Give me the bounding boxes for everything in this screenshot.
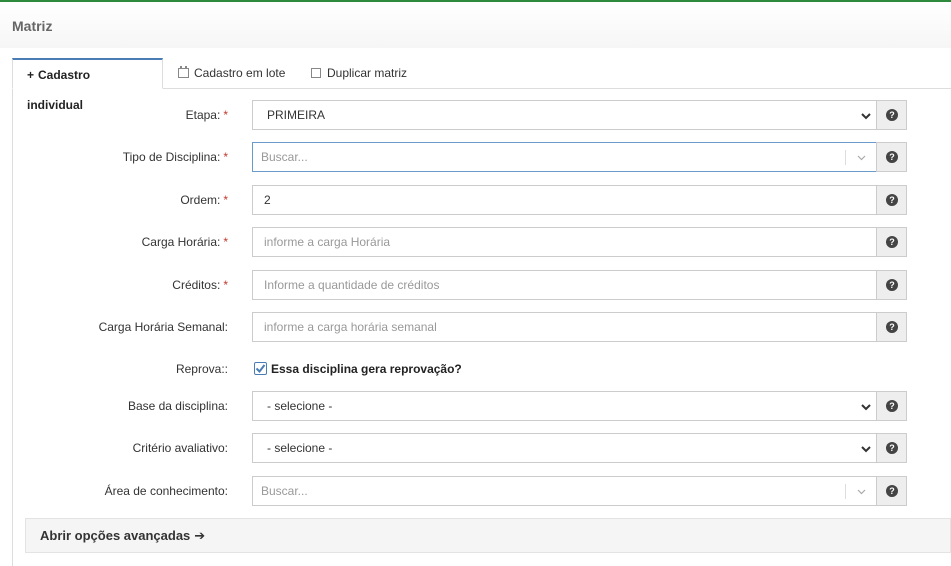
form-row-tipo-disciplina: Tipo de Disciplina: * Buscar... ?: [0, 142, 951, 172]
help-button[interactable]: ?: [876, 476, 907, 506]
reprova-label: Reprova::: [175, 362, 228, 376]
tab-cadastro-em-lote[interactable]: Cadastro em lote: [164, 58, 299, 89]
help-button[interactable]: ?: [876, 433, 907, 463]
check-icon: [255, 364, 266, 374]
page-header: Matriz: [0, 2, 951, 48]
advanced-options-label: Abrir opções avançadas: [40, 528, 191, 543]
etapa-label: Etapa: *: [185, 108, 228, 122]
tipo-disciplina-search[interactable]: Buscar...: [252, 142, 877, 172]
help-button[interactable]: ?: [876, 270, 907, 300]
carga-horaria-label: Carga Horária: *: [141, 235, 228, 249]
area-conhecimento-label: Área de conhecimento:: [104, 484, 228, 498]
form-row-carga-horaria-semanal: Carga Horária Semanal: informe a carga h…: [0, 312, 951, 342]
question-icon: ?: [886, 194, 898, 206]
help-button[interactable]: ?: [876, 227, 907, 257]
ordem-input[interactable]: 2: [252, 185, 877, 215]
help-button[interactable]: ?: [876, 185, 907, 215]
page-title: Matriz: [12, 18, 53, 34]
advanced-options-toggle[interactable]: Abrir opções avançadas ➔: [25, 518, 951, 553]
chevron-down-icon: [861, 404, 871, 411]
help-button[interactable]: ?: [876, 391, 907, 421]
help-button[interactable]: ?: [876, 142, 907, 172]
calendar-icon: [178, 66, 189, 78]
chevron-down-icon: [857, 489, 866, 495]
form-row-reprova: Reprova:: Essa disciplina gera reprovaçã…: [0, 355, 951, 383]
help-button[interactable]: ?: [876, 312, 907, 342]
etapa-select[interactable]: PRIMEIRA: [252, 100, 877, 130]
arrow-right-icon: ➔: [194, 528, 206, 543]
question-icon: ?: [886, 485, 898, 497]
question-icon: ?: [886, 400, 898, 412]
reprova-checkbox[interactable]: [254, 362, 267, 375]
chevron-down-icon: [857, 155, 866, 161]
question-icon: ?: [886, 236, 898, 248]
carga-horaria-semanal-label: Carga Horária Semanal:: [98, 320, 228, 334]
form-row-base-disciplina: Base da disciplina: - selecione - ?: [0, 391, 951, 421]
creditos-label: Créditos: *: [172, 278, 228, 292]
question-icon: ?: [886, 279, 898, 291]
separator: [845, 484, 846, 499]
help-button[interactable]: ?: [876, 100, 907, 130]
copy-icon: [308, 65, 321, 78]
separator: [845, 150, 846, 165]
chevron-down-icon: [861, 113, 871, 120]
area-conhecimento-search[interactable]: Buscar...: [252, 476, 877, 506]
question-icon: ?: [886, 151, 898, 163]
carga-horaria-semanal-input[interactable]: informe a carga horária semanal: [252, 312, 877, 342]
creditos-input[interactable]: Informe a quantidade de créditos: [252, 270, 877, 300]
form-row-carga-horaria: Carga Horária: * informe a carga Horária …: [0, 227, 951, 257]
plus-icon: +: [27, 68, 35, 82]
chevron-down-icon: [861, 446, 871, 453]
ordem-label: Ordem: *: [180, 193, 228, 207]
tipo-disciplina-label: Tipo de Disciplina: *: [122, 150, 228, 164]
form-row-creditos: Créditos: * Informe a quantidade de crédi…: [0, 270, 951, 300]
base-disciplina-label: Base da disciplina:: [127, 399, 228, 413]
form-row-ordem: Ordem: * 2 ?: [0, 185, 951, 215]
question-icon: ?: [886, 442, 898, 454]
question-icon: ?: [886, 321, 898, 333]
carga-horaria-input[interactable]: informe a carga Horária: [252, 227, 877, 257]
tab-cadastro-individual[interactable]: + Cadastro individual: [12, 58, 163, 112]
base-disciplina-select[interactable]: - selecione -: [252, 391, 877, 421]
form-row-area-conhecimento: Área de conhecimento: Buscar... ?: [0, 476, 951, 506]
reprova-checkbox-label[interactable]: Essa disciplina gera reprovação?: [271, 355, 462, 383]
tab-duplicar-matriz[interactable]: Duplicar matriz: [297, 58, 421, 89]
form-row-etapa: Etapa: * PRIMEIRA ?: [0, 100, 951, 130]
question-icon: ?: [886, 109, 898, 121]
criterio-avaliativo-select[interactable]: - selecione -: [252, 433, 877, 463]
criterio-avaliativo-label: Critério avaliativo:: [132, 441, 228, 455]
form-row-criterio-avaliativo: Critério avaliativo: - selecione - ?: [0, 433, 951, 463]
